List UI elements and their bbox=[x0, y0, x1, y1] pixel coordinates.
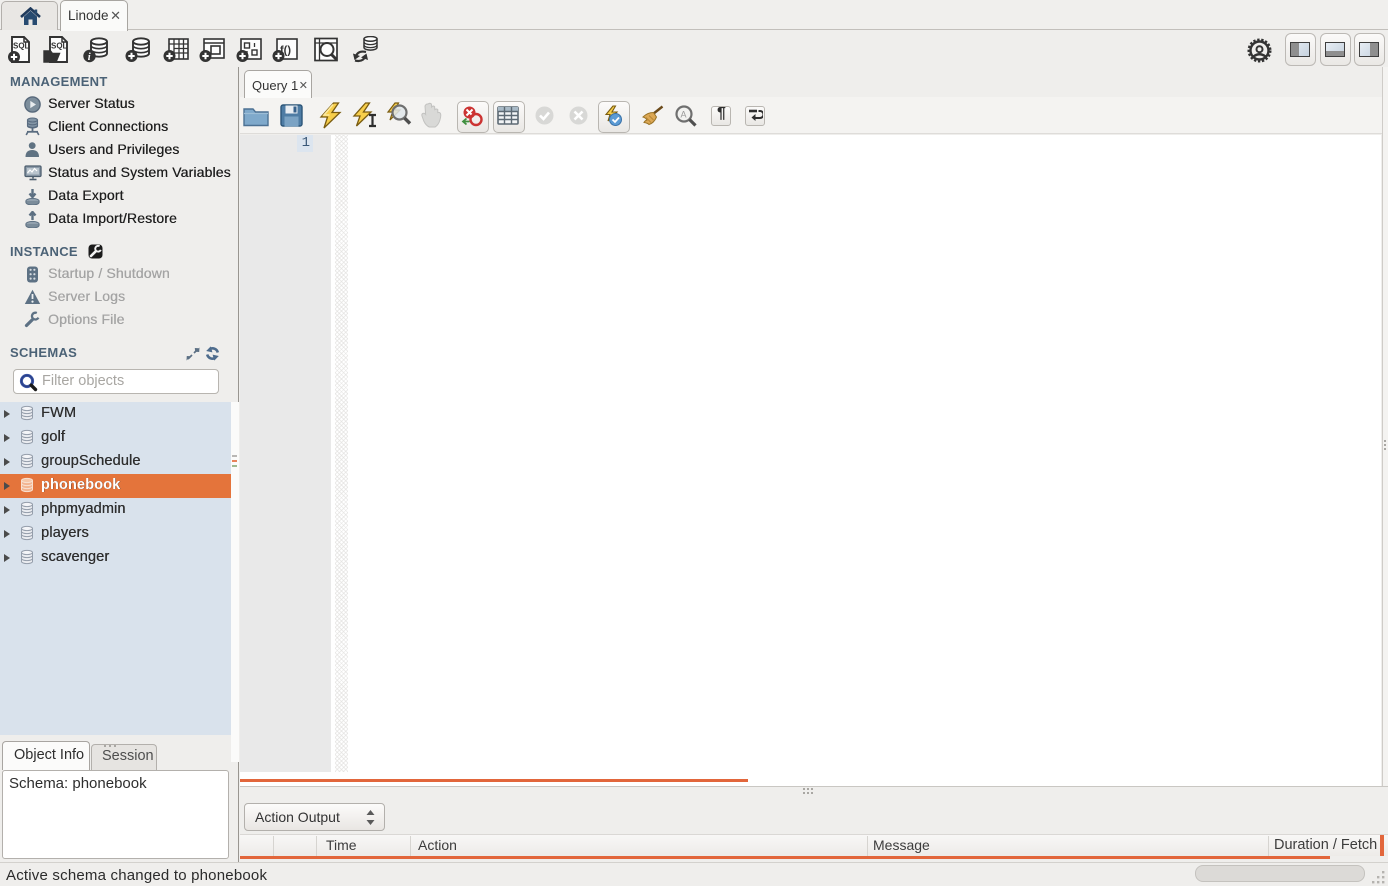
svg-text:i: i bbox=[88, 52, 91, 63]
svg-text:A: A bbox=[681, 110, 687, 120]
